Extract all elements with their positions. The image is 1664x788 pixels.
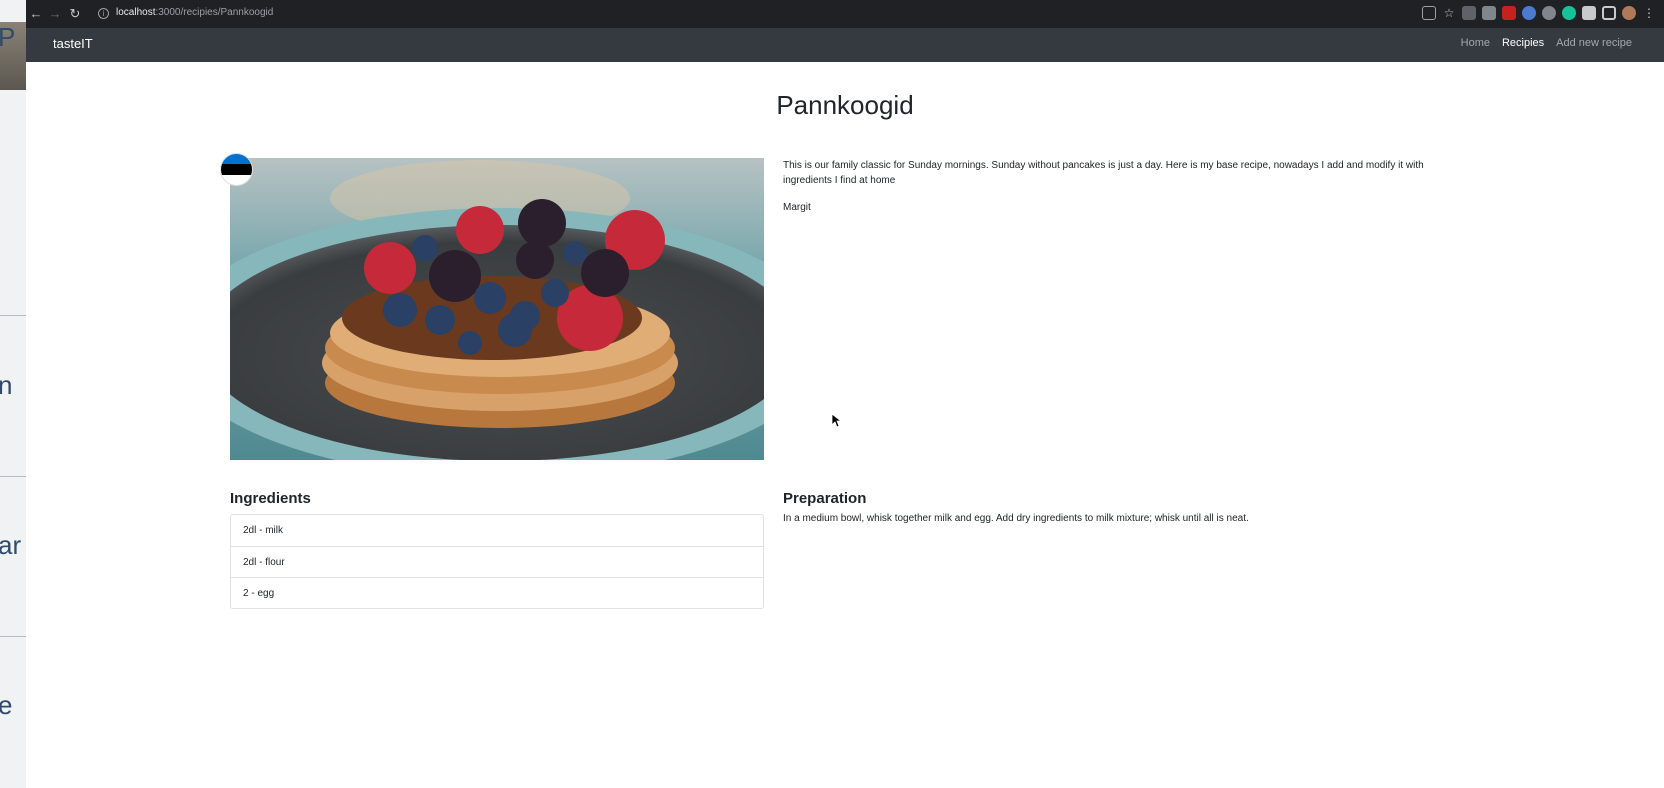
list-item: 2 - egg	[231, 577, 763, 608]
extension-icon[interactable]	[1502, 6, 1516, 20]
list-item: 2dl - milk	[243, 525, 284, 536]
page-title: Pannkoogid	[776, 90, 914, 120]
recipe-author: Margit	[783, 202, 811, 213]
avatar[interactable]	[1622, 6, 1636, 20]
star-icon[interactable]: ☆	[1442, 6, 1456, 20]
nav-link-recipies[interactable]: Recipies	[1502, 37, 1544, 49]
sidebar-icon[interactable]	[1602, 6, 1616, 20]
menu-icon[interactable]: ⋮	[1642, 6, 1656, 20]
background-window: P n ar e	[0, 0, 26, 788]
nav-link-add-new-recipe[interactable]: Add new recipe	[1556, 37, 1632, 49]
ingredients-heading: Ingredients	[230, 490, 311, 507]
nav-links: Home Recipies Add new recipe	[1461, 37, 1632, 49]
mouse-cursor-icon	[832, 414, 842, 428]
address-bar[interactable]: i localhost:3000/recipies/Pannkoogid	[92, 4, 1412, 24]
list-item: 2dl - flour	[231, 546, 763, 577]
extension-icon[interactable]	[1462, 6, 1476, 20]
divider	[0, 476, 26, 477]
background-window-text: n	[0, 370, 13, 400]
extension-icon[interactable]	[1522, 6, 1536, 20]
background-window-text: P	[0, 22, 16, 52]
preparation-text: In a medium bowl, whisk together milk an…	[783, 513, 1249, 524]
extension-icon[interactable]	[1542, 6, 1556, 20]
recipe-description: This is our family classic for Sunday mo…	[783, 160, 1424, 186]
preparation-heading: Preparation	[783, 490, 867, 507]
url-text[interactable]: localhost:3000/recipies/Pannkoogid	[116, 7, 273, 18]
estonian-flag-icon	[220, 153, 253, 186]
recipe-photo	[230, 158, 764, 460]
reload-icon[interactable]: ↻	[67, 6, 83, 22]
info-icon[interactable]: i	[98, 8, 109, 19]
puzzle-icon[interactable]	[1582, 6, 1596, 20]
share-icon[interactable]	[1422, 6, 1436, 20]
navbar: tasteIT Home Recipies Add new recipe	[26, 28, 1664, 62]
app-page: tasteIT Home Recipies Add new recipe Pan…	[26, 28, 1664, 788]
grammarly-icon[interactable]	[1562, 6, 1576, 20]
background-window-text: ar	[0, 530, 22, 560]
brand-logo[interactable]: tasteIT	[53, 36, 93, 51]
nav-link-home[interactable]: Home	[1461, 37, 1490, 49]
ingredients-list: 2dl - milk 2dl - flour 2 - egg	[230, 514, 764, 609]
camera-icon[interactable]	[1482, 6, 1496, 20]
divider	[0, 636, 26, 637]
browser-toolbar: ← → ↻ i localhost:3000/recipies/Pannkoog…	[26, 0, 1664, 28]
extension-icons: ☆ ⋮	[1422, 6, 1656, 22]
forward-arrow-icon[interactable]: →	[47, 6, 63, 22]
back-arrow-icon[interactable]: ←	[28, 6, 44, 22]
divider	[0, 315, 26, 316]
background-window-text: e	[0, 690, 13, 720]
